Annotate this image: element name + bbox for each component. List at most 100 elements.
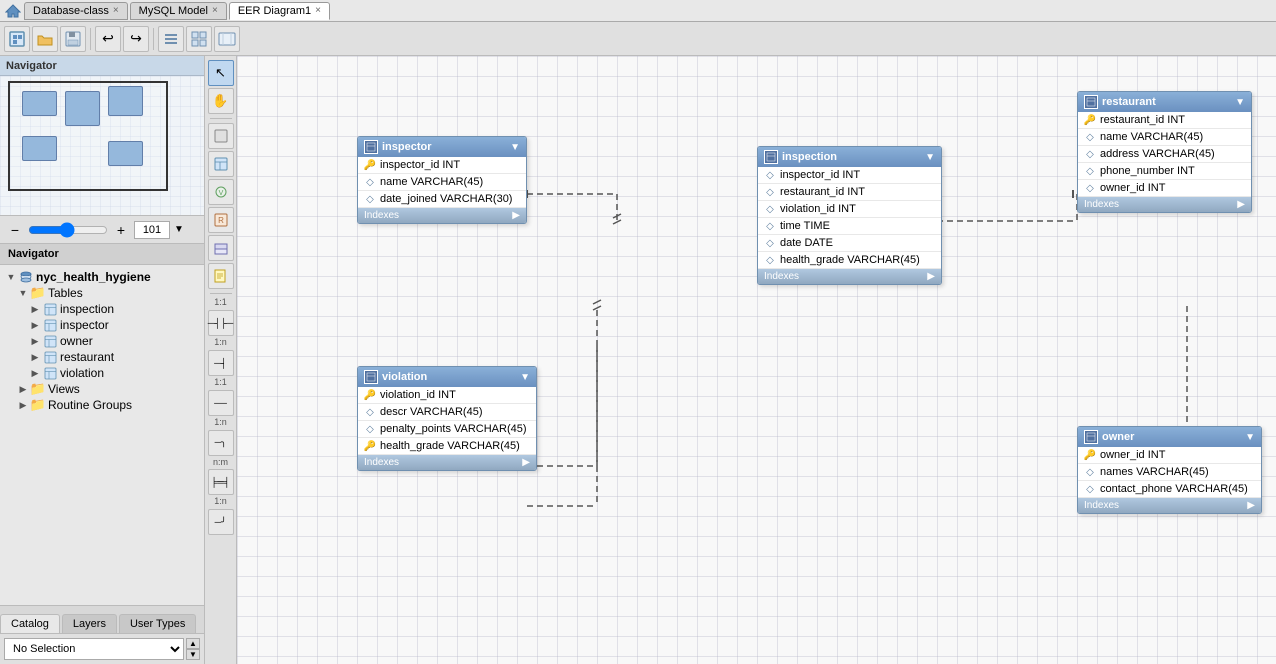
restaurant-field-2[interactable]: ◇ address VARCHAR(45) [1078,146,1251,163]
inspection-field-4[interactable]: ◇ date DATE [758,235,941,252]
tab-close-mysql-model[interactable]: × [212,5,218,16]
tree-root-arrow[interactable]: ▼ [4,272,18,282]
owner-field-0[interactable]: 🔑 owner_id INT [1078,447,1261,464]
tab-eer-diagram[interactable]: EER Diagram1 × [229,2,330,20]
restaurant-field-4[interactable]: ◇ owner_id INT [1078,180,1251,197]
inspector-footer[interactable]: Indexes ▶ [358,208,526,223]
save-button[interactable] [60,26,86,52]
zoom-in-button[interactable]: + [112,221,130,239]
tree-item-violation[interactable]: ▶ violation [0,365,204,381]
inspection-footer[interactable]: Indexes ▶ [758,269,941,284]
restaurant-chevron[interactable]: ▼ [1235,97,1245,108]
eer-table-inspector[interactable]: inspector ▼ 🔑 inspector_id INT ◇ name VA… [357,136,527,224]
redo-button[interactable]: ↪ [123,26,149,52]
tree-item-owner[interactable]: ▶ owner [0,333,204,349]
eer-table-violation[interactable]: violation ▼ 🔑 violation_id INT ◇ descr V… [357,366,537,471]
diagram-button[interactable] [214,26,240,52]
restaurant-field-3[interactable]: ◇ phone_number INT [1078,163,1251,180]
eer-header-owner[interactable]: owner ▼ [1078,427,1261,447]
layer-tool[interactable] [208,235,234,261]
tree-item-inspector[interactable]: ▶ inspector [0,317,204,333]
inspection-field-2[interactable]: ◇ violation_id INT [758,201,941,218]
zoom-slider[interactable] [28,222,108,238]
inspector-field-1[interactable]: ◇ name VARCHAR(45) [358,174,526,191]
eer-header-inspector[interactable]: inspector ▼ [358,137,526,157]
inspector-chevron[interactable]: ▼ [510,142,520,153]
restaurant-footer[interactable]: Indexes ▶ [1078,197,1251,212]
eer-header-restaurant[interactable]: restaurant ▼ [1078,92,1251,112]
tab-close-eer-diagram[interactable]: × [315,5,321,16]
rel-1-n-tool-1[interactable]: ─┤ [208,350,234,376]
owner-footer-arrow[interactable]: ▶ [1247,500,1255,511]
tab-close-database-class[interactable]: × [113,5,119,16]
tree-item-inspection[interactable]: ▶ inspection [0,301,204,317]
eraser-tool[interactable] [208,123,234,149]
inspection-field-3[interactable]: ◇ time TIME [758,218,941,235]
tree-views-arrow[interactable]: ▶ [16,384,30,395]
view-tool[interactable]: V [208,179,234,205]
owner-field-1[interactable]: ◇ names VARCHAR(45) [1078,464,1261,481]
navigator-tab[interactable]: Navigator [0,244,204,265]
inspection-field-0[interactable]: ◇ inspector_id INT [758,167,941,184]
tab-user-types[interactable]: User Types [119,614,196,633]
violation-footer[interactable]: Indexes ▶ [358,455,536,470]
navigator-canvas[interactable] [0,76,204,216]
inspection-field-1[interactable]: ◇ restaurant_id INT [758,184,941,201]
note-tool[interactable] [208,263,234,289]
open-model-button[interactable] [32,26,58,52]
tree-views-section[interactable]: ▶ 📁 Views [0,381,204,397]
tab-layers[interactable]: Layers [62,614,117,633]
violation-field-3[interactable]: 🔑 health_grade VARCHAR(45) [358,438,536,455]
eer-header-violation[interactable]: violation ▼ [358,367,536,387]
rel-1-1-tool[interactable]: ─┤├─ [208,310,234,336]
eer-table-restaurant[interactable]: restaurant ▼ 🔑 restaurant_id INT ◇ name … [1077,91,1252,213]
restaurant-field-0[interactable]: 🔑 restaurant_id INT [1078,112,1251,129]
tree-tables-section[interactable]: ▼ 📁 Tables [0,285,204,301]
inspection-chevron[interactable]: ▼ [925,152,935,163]
tree-routines-arrow[interactable]: ▶ [16,400,30,411]
tree-item-restaurant[interactable]: ▶ restaurant [0,349,204,365]
routine-tool[interactable]: R [208,207,234,233]
home-icon[interactable] [4,2,22,20]
table-tool[interactable] [208,151,234,177]
selection-down-arrow[interactable]: ▼ [186,649,200,660]
undo-button[interactable]: ↩ [95,26,121,52]
tab-catalog[interactable]: Catalog [0,614,60,633]
select-tool[interactable]: ↖ [208,60,234,86]
new-model-button[interactable] [4,26,30,52]
selection-dropdown[interactable]: No Selection [4,638,184,660]
owner-footer[interactable]: Indexes ▶ [1078,498,1261,513]
eer-table-inspection[interactable]: inspection ▼ ◇ inspector_id INT ◇ restau… [757,146,942,285]
tab-database-class[interactable]: Database-class × [24,2,128,20]
zoom-dropdown-arrow[interactable]: ▼ [174,224,184,235]
inspector-field-2[interactable]: ◇ date_joined VARCHAR(30) [358,191,526,208]
violation-chevron[interactable]: ▼ [520,372,530,383]
zoom-value-input[interactable] [134,221,170,239]
inspection-footer-arrow[interactable]: ▶ [927,271,935,282]
owner-chevron[interactable]: ▼ [1245,432,1255,443]
violation-field-0[interactable]: 🔑 violation_id INT [358,387,536,404]
tree-inspection-arrow[interactable]: ▶ [28,304,42,315]
inspector-field-0[interactable]: 🔑 inspector_id INT [358,157,526,174]
properties-button[interactable] [158,26,184,52]
violation-field-2[interactable]: ◇ penalty_points VARCHAR(45) [358,421,536,438]
owner-field-2[interactable]: ◇ contact_phone VARCHAR(45) [1078,481,1261,498]
pan-tool[interactable]: ✋ [208,88,234,114]
tree-owner-arrow[interactable]: ▶ [28,336,42,347]
violation-field-1[interactable]: ◇ descr VARCHAR(45) [358,404,536,421]
eer-canvas[interactable]: inspector ▼ 🔑 inspector_id INT ◇ name VA… [237,56,1276,664]
restaurant-footer-arrow[interactable]: ▶ [1237,199,1245,210]
tab-mysql-model[interactable]: MySQL Model × [130,2,227,20]
rel-1-n-tool-2[interactable]: ─╮ [208,430,234,456]
tree-violation-arrow[interactable]: ▶ [28,368,42,379]
rel-1-1-tool-2[interactable]: ── [208,390,234,416]
zoom-out-button[interactable]: − [6,221,24,239]
tree-root[interactable]: ▼ nyc_health_hygiene [0,269,204,285]
inspection-field-5[interactable]: ◇ health_grade VARCHAR(45) [758,252,941,269]
eer-table-owner[interactable]: owner ▼ 🔑 owner_id INT ◇ names VARCHAR(4… [1077,426,1262,514]
restaurant-field-1[interactable]: ◇ name VARCHAR(45) [1078,129,1251,146]
rel-n-m-tool[interactable]: ╞═╡ [208,469,234,495]
rel-1-n-tool-3[interactable]: ─╯ [208,509,234,535]
schema-button[interactable] [186,26,212,52]
inspector-footer-arrow[interactable]: ▶ [512,210,520,221]
